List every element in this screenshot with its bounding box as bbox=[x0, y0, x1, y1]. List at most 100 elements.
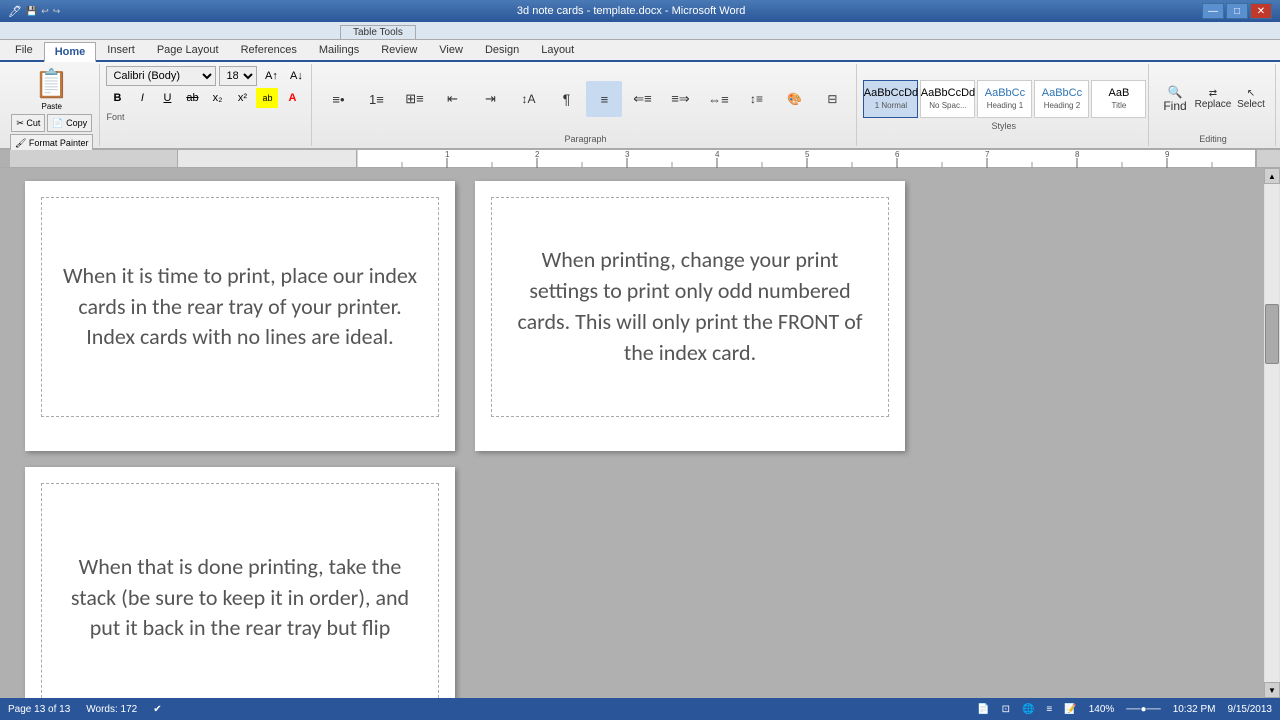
view-print-layout[interactable]: 📄 bbox=[977, 704, 989, 715]
page-info: Page 13 of 13 bbox=[8, 704, 70, 715]
line-spacing-button[interactable]: ↕≡ bbox=[738, 81, 774, 117]
font-size-select[interactable]: 18 bbox=[219, 66, 257, 86]
border-button[interactable]: ⊟ bbox=[814, 81, 850, 117]
ruler-inner: 1 2 3 4 5 6 7 8 9 bbox=[356, 150, 1256, 167]
tab-home[interactable]: Home bbox=[44, 42, 97, 62]
status-right: 📄 ⊡ 🌐 ≡ 📝 140% ──●── 10:32 PM 9/15/2013 bbox=[977, 704, 1272, 715]
styles-group: AaBbCcDd 1 Normal AaBbCcDd No Spac... Aa… bbox=[859, 64, 1149, 146]
shrink-font-button[interactable]: A↓ bbox=[285, 66, 307, 86]
document-area: When it is time to print, place our inde… bbox=[0, 168, 1280, 698]
italic-button[interactable]: I bbox=[131, 88, 153, 108]
align-center-button[interactable]: ≡ bbox=[586, 81, 622, 117]
bold-button[interactable]: B bbox=[106, 88, 128, 108]
svg-text:8: 8 bbox=[1075, 150, 1080, 159]
paragraph-buttons: ≡• 1≡ ⊞≡ ⇤ ⇥ ↕A ¶ ≡ ⇐≡ ≡⇒ ⇔≡ ↕≡ 🎨 ⊟ bbox=[320, 66, 850, 132]
title-bar: 🖊 💾 ↩ ↪ 3d note cards - template.docx - … bbox=[0, 0, 1280, 22]
clipboard-group: 📋Paste ✂ Cut 📄 Copy 🖌 Format Painter Cli… bbox=[4, 64, 100, 146]
view-web[interactable]: 🌐 bbox=[1022, 704, 1034, 715]
table-tools-label: Table Tools bbox=[340, 25, 416, 39]
scroll-down-button[interactable]: ▼ bbox=[1264, 682, 1280, 698]
bullets-button[interactable]: ≡• bbox=[320, 81, 356, 117]
cut-button[interactable]: ✂ Cut bbox=[11, 114, 45, 132]
card-inner-1: When it is time to print, place our inde… bbox=[41, 197, 439, 417]
zoom-slider[interactable]: ──●── bbox=[1126, 704, 1160, 715]
replace-button[interactable]: ⇄ Replace bbox=[1195, 81, 1231, 117]
numbering-button[interactable]: 1≡ bbox=[358, 81, 394, 117]
card-text-3[interactable]: When that is done printing, take the sta… bbox=[62, 552, 418, 644]
scroll-track[interactable] bbox=[1265, 184, 1279, 682]
tab-layout[interactable]: Layout bbox=[530, 40, 585, 60]
date-display: 9/15/2013 bbox=[1228, 704, 1273, 715]
time-display: 10:32 PM bbox=[1173, 704, 1216, 715]
tab-insert[interactable]: Insert bbox=[96, 40, 146, 60]
table-tools-bar: Table Tools bbox=[0, 22, 1280, 40]
sort-button[interactable]: ↕A bbox=[510, 81, 546, 117]
tab-mailings[interactable]: Mailings bbox=[308, 40, 370, 60]
card-row-2: When that is done printing, take the sta… bbox=[15, 459, 1259, 698]
svg-text:6: 6 bbox=[895, 150, 900, 159]
superscript-button[interactable]: x² bbox=[231, 88, 253, 108]
underline-button[interactable]: U bbox=[156, 88, 178, 108]
track-changes-icon: ✔ bbox=[153, 704, 161, 715]
indent-decrease-button[interactable]: ⇤ bbox=[434, 81, 470, 117]
scroll-thumb[interactable] bbox=[1265, 304, 1279, 364]
paste-button[interactable]: 📋Paste bbox=[30, 66, 74, 112]
tab-view[interactable]: View bbox=[428, 40, 474, 60]
maximize-button[interactable]: □ bbox=[1226, 3, 1248, 19]
card-row-1: When it is time to print, place our inde… bbox=[15, 173, 1259, 459]
copy-button[interactable]: 📄 Copy bbox=[47, 114, 92, 132]
select-button[interactable]: ↖ Select bbox=[1233, 81, 1269, 117]
tab-design[interactable]: Design bbox=[474, 40, 530, 60]
paragraph-group: ≡• 1≡ ⊞≡ ⇤ ⇥ ↕A ¶ ≡ ⇐≡ ≡⇒ ⇔≡ ↕≡ 🎨 ⊟ Para… bbox=[314, 64, 857, 146]
scroll-up-button[interactable]: ▲ bbox=[1264, 168, 1280, 184]
close-button[interactable]: ✕ bbox=[1250, 3, 1272, 19]
text-highlight-button[interactable]: ab bbox=[256, 88, 278, 108]
svg-text:2: 2 bbox=[535, 150, 540, 159]
ribbon: 📋Paste ✂ Cut 📄 Copy 🖌 Format Painter Cli… bbox=[0, 62, 1280, 150]
tab-pagelayout[interactable]: Page Layout bbox=[146, 40, 230, 60]
view-full-screen[interactable]: ⊡ bbox=[1002, 704, 1010, 715]
justify-button[interactable]: ⇔≡ bbox=[700, 81, 736, 117]
font-color-button[interactable]: A bbox=[281, 88, 303, 108]
card-page-1: When it is time to print, place our inde… bbox=[25, 181, 455, 451]
shading-button[interactable]: 🎨 bbox=[776, 81, 812, 117]
font-name-select[interactable]: Calibri (Body) bbox=[106, 66, 216, 86]
style-title[interactable]: AaB Title bbox=[1091, 80, 1146, 118]
subscript-button[interactable]: x₂ bbox=[206, 88, 228, 108]
card-text-2[interactable]: When printing, change your print setting… bbox=[512, 245, 868, 368]
editing-group: 🔍 Find ⇄ Replace ↖ Select Editing bbox=[1151, 64, 1276, 146]
word-count: Words: 172 bbox=[86, 704, 137, 715]
style-h2[interactable]: AaBbCc Heading 2 bbox=[1034, 80, 1089, 118]
document-scroll[interactable]: When it is time to print, place our inde… bbox=[10, 168, 1264, 698]
quick-access-redo[interactable]: ↪ bbox=[53, 6, 61, 17]
multilevel-button[interactable]: ⊞≡ bbox=[396, 81, 432, 117]
find-button[interactable]: 🔍 Find bbox=[1157, 81, 1193, 117]
tab-review[interactable]: Review bbox=[370, 40, 428, 60]
editing-group-label: Editing bbox=[1199, 132, 1227, 144]
minimize-button[interactable]: — bbox=[1202, 3, 1224, 19]
strikethrough-button[interactable]: ab bbox=[181, 88, 203, 108]
title-bar-title: 3d note cards - template.docx - Microsof… bbox=[60, 5, 1202, 17]
style-normal[interactable]: AaBbCcDd 1 Normal bbox=[863, 80, 918, 118]
tab-references[interactable]: References bbox=[230, 40, 308, 60]
indent-increase-button[interactable]: ⇥ bbox=[472, 81, 508, 117]
card-text-1[interactable]: When it is time to print, place our inde… bbox=[62, 261, 418, 353]
svg-text:3: 3 bbox=[625, 150, 630, 159]
font-format-row: B I U ab x₂ x² ab A bbox=[106, 88, 307, 108]
status-bar: Page 13 of 13 Words: 172 ✔ 📄 ⊡ 🌐 ≡ 📝 140… bbox=[0, 698, 1280, 720]
style-subtitle[interactable]: AaBbCcDd Subtitle bbox=[1148, 80, 1149, 118]
card-inner-3: When that is done printing, take the sta… bbox=[41, 483, 439, 698]
align-right-button[interactable]: ≡⇒ bbox=[662, 81, 698, 117]
quick-access-undo[interactable]: ↩ bbox=[41, 6, 49, 17]
styles-row: AaBbCcDd 1 Normal AaBbCcDd No Spac... Aa… bbox=[863, 80, 1144, 118]
align-left-button[interactable]: ⇐≡ bbox=[624, 81, 660, 117]
tab-file[interactable]: File bbox=[4, 40, 44, 60]
grow-font-button[interactable]: A↑ bbox=[260, 66, 282, 86]
style-h1[interactable]: AaBbCc Heading 1 bbox=[977, 80, 1032, 118]
style-nospace[interactable]: AaBbCcDd No Spac... bbox=[920, 80, 975, 118]
quick-access-save[interactable]: 💾 bbox=[26, 6, 37, 17]
ruler: 1 2 3 4 5 6 7 8 9 bbox=[0, 150, 1280, 168]
show-marks-button[interactable]: ¶ bbox=[548, 81, 584, 117]
view-draft[interactable]: 📝 bbox=[1064, 704, 1076, 715]
view-outline[interactable]: ≡ bbox=[1046, 704, 1052, 715]
